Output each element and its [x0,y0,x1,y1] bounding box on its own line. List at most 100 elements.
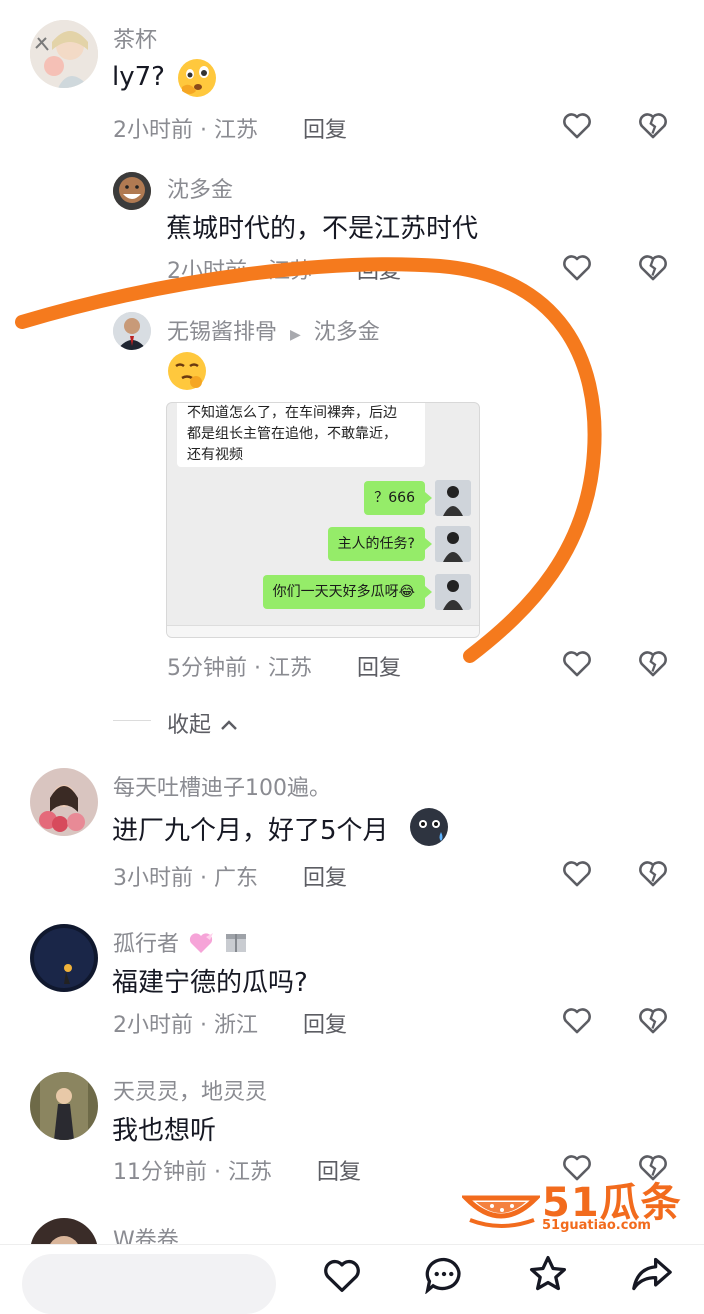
broken-heart-icon [639,1008,667,1034]
watermark-logo: 51瓜条 51guatiao.com [462,1170,692,1236]
chevron-up-icon [221,720,237,730]
comment-meta: 2小时前 · 江苏 [167,253,312,285]
comment-time: 11分钟前 [113,1160,207,1185]
avatar[interactable] [30,924,98,992]
outgoing-message: 主人的任务? [327,527,433,561]
comment-time: 5分钟前 [167,656,247,681]
commenter-name[interactable]: 沈多金 [167,172,233,204]
avatar[interactable] [30,768,98,836]
outgoing-message: 你们一天天好多瓜呀😂 [262,575,433,609]
heart-icon [563,113,591,139]
watermark-url: 51guatiao.com [542,1218,651,1233]
watermelon-logo-icon [462,1195,540,1228]
meta-separator: · [247,259,268,284]
incoming-line: 还有视频 [187,447,243,463]
incoming-message: 不知道怎么了，在车间裸奔，后边 都是组长主管在追他，不敢靠近， 还有视频 [177,403,425,467]
chat-avatar [435,526,471,562]
comment-time: 2小时前 [167,259,247,284]
reply-button[interactable]: 回复 [303,860,347,892]
star-icon[interactable] [526,1254,570,1294]
like-button[interactable] [559,856,595,890]
comment-region: 江苏 [213,118,258,143]
comment-meta: 5分钟前 · 江苏 [167,650,312,682]
dislike-button[interactable] [635,856,671,890]
dislike-button[interactable] [635,1003,671,1037]
sweat-face-icon [410,808,448,846]
chat-screenshot-image[interactable]: 不知道怎么了，在车间裸奔，后边 都是组长主管在追他，不敢靠近， 还有视频 ？66… [166,402,480,638]
heart-icon [563,255,591,281]
heart-icon [563,861,591,887]
commenter-name[interactable]: 无锡酱排骨 ▶ 沈多金 [167,314,380,346]
like-button[interactable] [559,250,595,284]
book-badge-icon [226,934,247,952]
comment-region: 江苏 [227,1160,272,1185]
broken-heart-icon [639,651,667,677]
avatar[interactable] [113,312,151,350]
comment-meta: 3小时前 · 广东 [113,860,258,892]
collapse-divider [113,720,151,721]
thinking-face-icon [178,59,216,97]
like-button[interactable] [559,108,595,142]
comment-text: 进厂九个月，好了5个月 [112,816,389,846]
comment-region: 江苏 [267,656,312,681]
reply-button[interactable]: 回复 [303,1007,347,1039]
chat-avatar [435,480,471,516]
share-icon[interactable] [630,1254,674,1294]
meta-separator: · [193,118,214,143]
dislike-button[interactable] [635,646,671,680]
commenter-name[interactable]: 茶杯 [113,22,157,54]
comment-region: 广东 [213,866,258,891]
reply-button[interactable]: 回复 [357,650,401,682]
heart-icon [563,651,591,677]
incoming-line: 都是组长主管在追他，不敢靠近， [187,426,397,442]
meta-separator: · [207,1160,228,1185]
broken-heart-icon [639,255,667,281]
smirk-face-icon [168,352,206,390]
comment-meta: 2小时前 · 江苏 [113,112,258,144]
broken-heart-icon [639,113,667,139]
heart-icon [563,1008,591,1034]
comment-text: 我也想听 [112,1116,217,1146]
reply-arrow-icon: ▶ [290,327,301,343]
heart-badge-icon [189,933,214,953]
comment-region: 浙江 [213,1013,258,1038]
chat-input-strip [167,625,479,637]
like-action-icon[interactable] [320,1254,364,1294]
comment-text: 蕉城时代的，不是江苏时代 [166,214,479,244]
avatar[interactable] [30,1072,98,1140]
comment-meta: 2小时前 · 浙江 [113,1007,258,1039]
commenter-name[interactable]: 孤行者 [113,926,249,958]
meta-separator: · [247,656,268,681]
meta-separator: · [193,866,214,891]
dislike-button[interactable] [635,250,671,284]
comment-icon[interactable] [422,1254,466,1294]
commenter-name[interactable]: 天灵灵，地灵灵 [113,1074,267,1106]
comment-time: 2小时前 [113,1013,193,1038]
like-button[interactable] [559,646,595,680]
commenter-name-text[interactable]: 无锡酱排骨 [167,320,277,345]
like-button[interactable] [559,1003,595,1037]
comment-text: 福建宁德的瓜吗? [112,968,308,998]
reply-button[interactable]: 回复 [317,1154,361,1186]
meta-separator: · [193,1013,214,1038]
broken-heart-icon [639,861,667,887]
outgoing-message: ？666 [364,481,432,515]
chat-avatar [435,574,471,610]
comment-input[interactable] [22,1254,276,1314]
comment-text: ly7? [112,62,165,92]
commenter-name-text[interactable]: 孤行者 [113,932,179,957]
comment-text-content: ly7? [112,62,165,92]
comment-time: 3小时前 [113,866,193,891]
avatar[interactable] [30,20,98,88]
incoming-line: 不知道怎么了，在车间裸奔，后边 [187,405,397,421]
reply-button[interactable]: 回复 [303,112,347,144]
reply-button[interactable]: 回复 [357,253,401,285]
avatar[interactable] [113,172,151,210]
commenter-name[interactable]: 每天吐槽迪子100遍。 [113,770,331,802]
dislike-button[interactable] [635,108,671,142]
collapse-replies-button[interactable]: 收起 [167,707,238,739]
reply-target-name[interactable]: 沈多金 [314,320,380,345]
comment-region: 江苏 [267,259,312,284]
comment-time: 2小时前 [113,118,193,143]
collapse-label: 收起 [167,713,212,738]
